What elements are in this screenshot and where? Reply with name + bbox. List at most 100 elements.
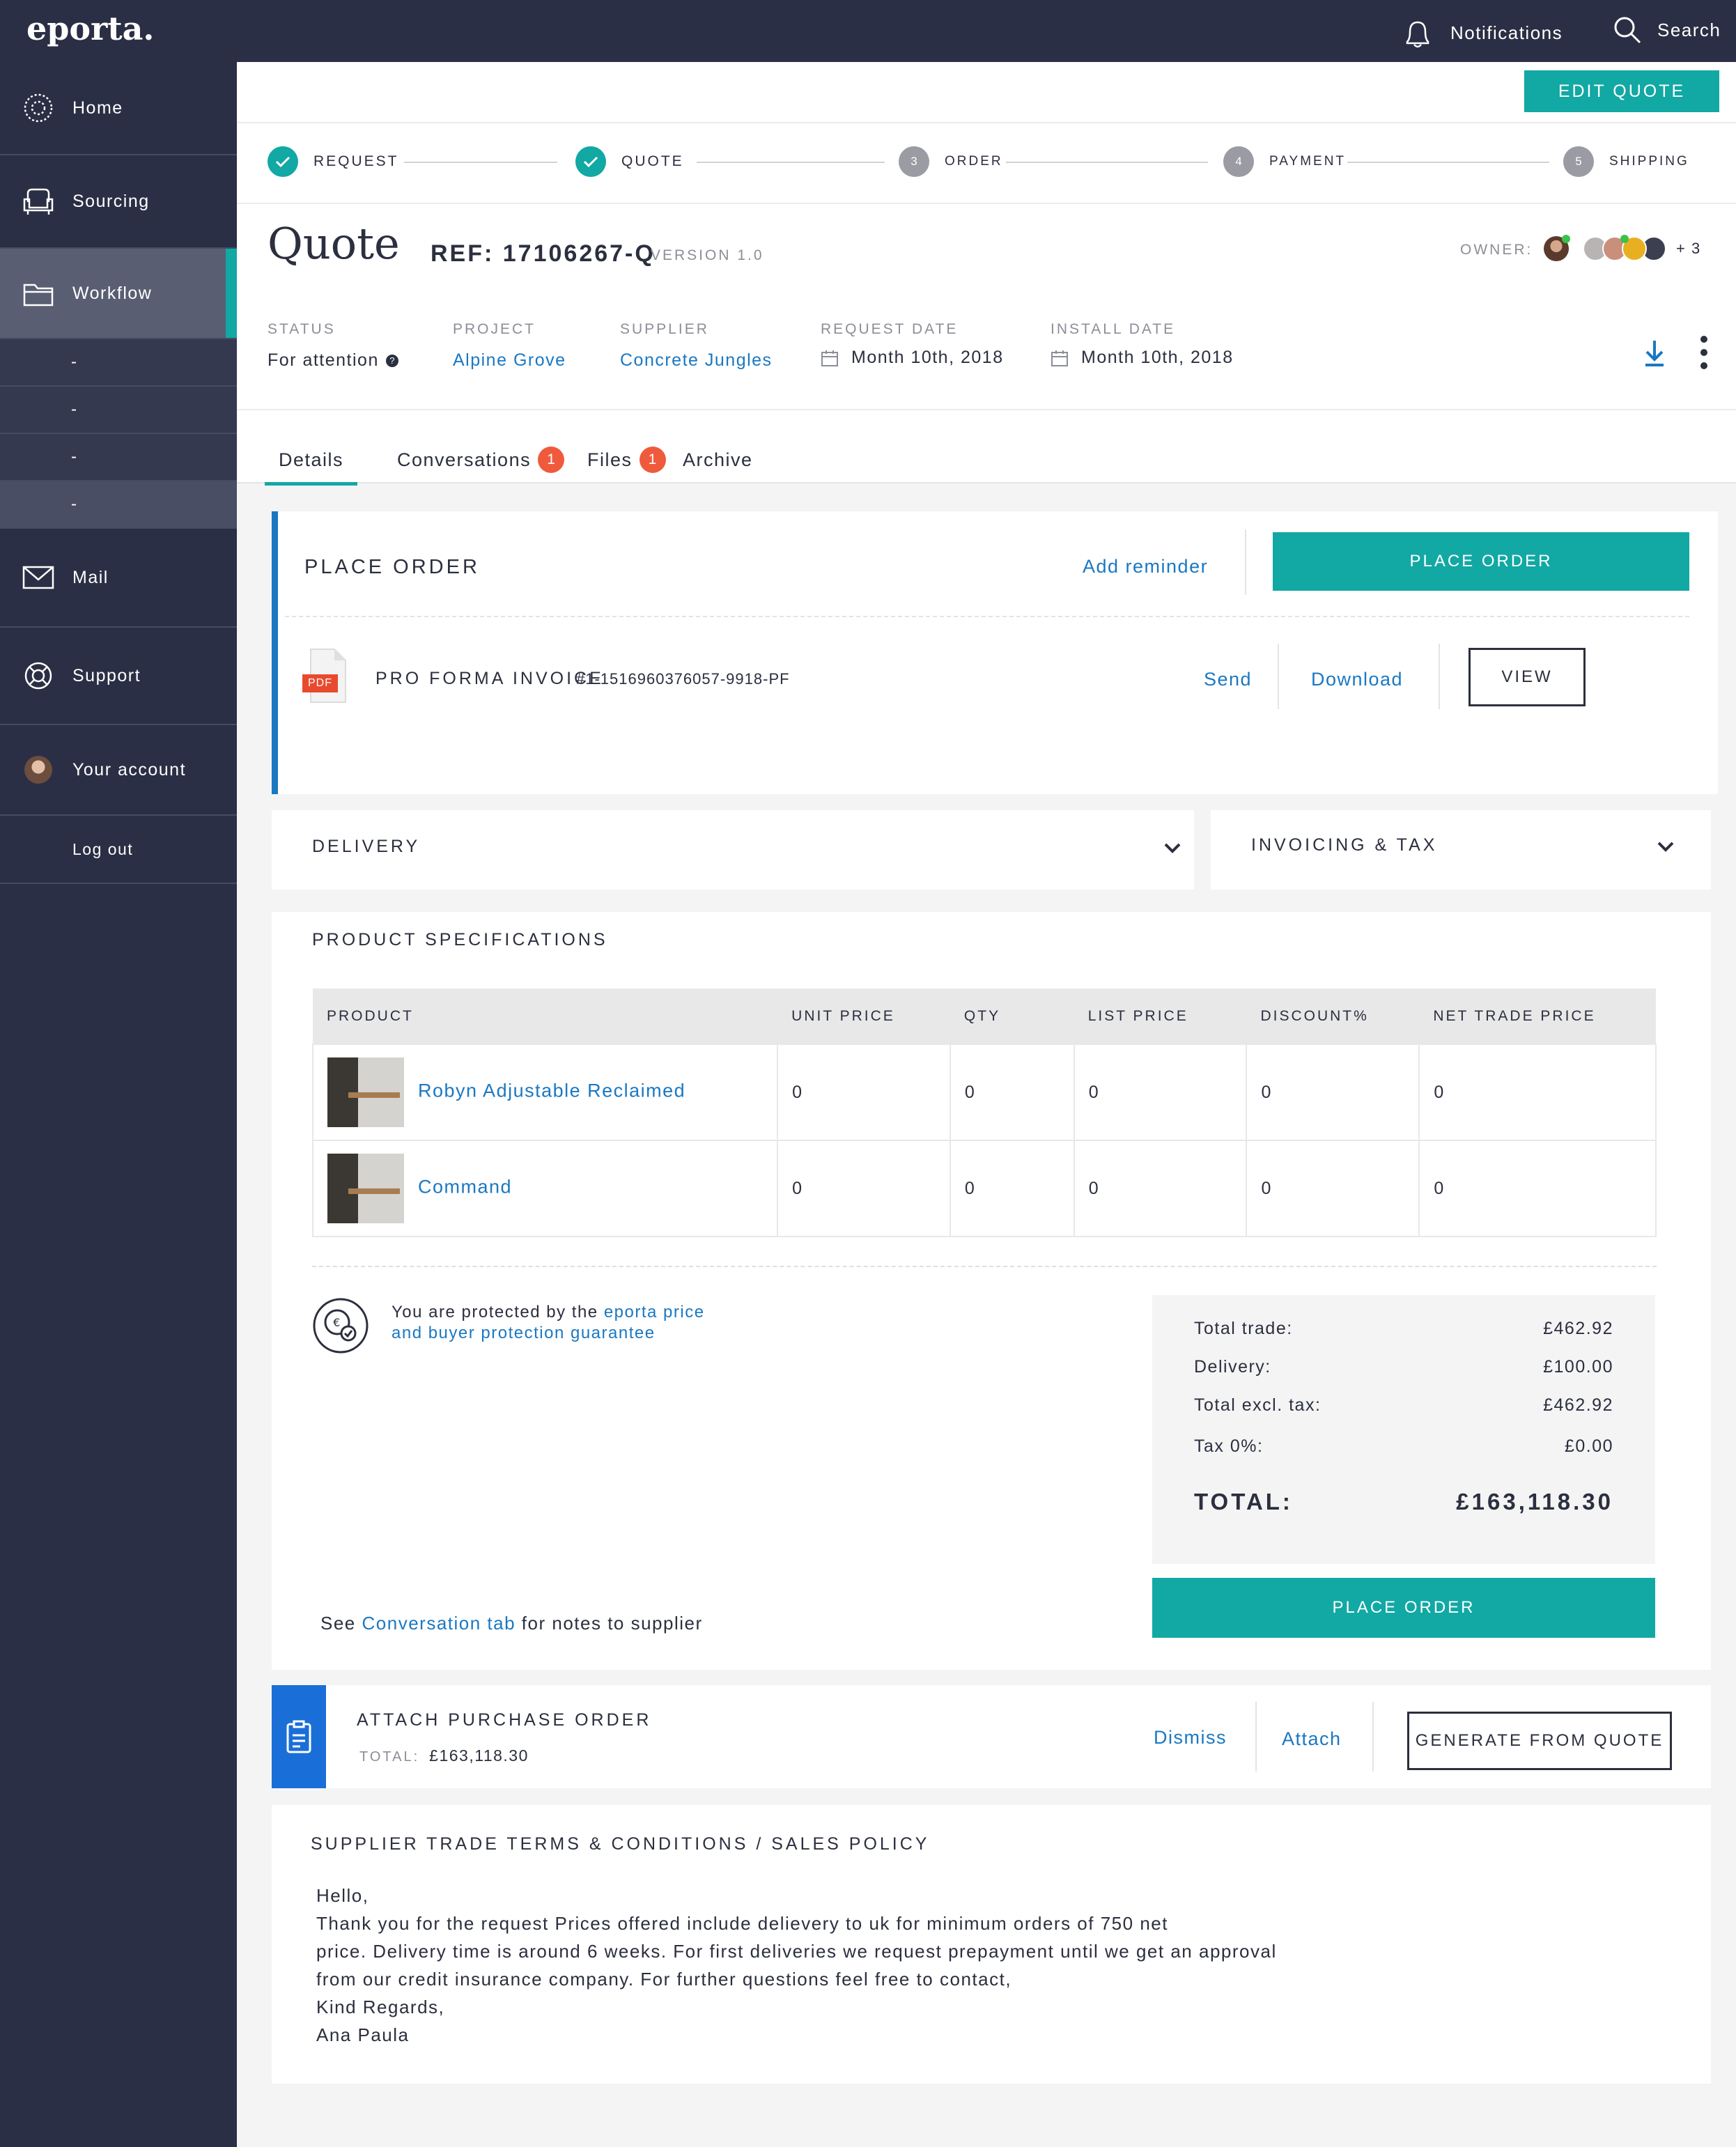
conversation-tab-link[interactable]: Conversation tab <box>362 1613 516 1634</box>
product-cell[interactable]: Robyn Adjustable Reclaimed <box>311 1044 779 1141</box>
generate-from-quote-button[interactable]: GENERATE FROM QUOTE <box>1407 1712 1672 1770</box>
step-number: 3 <box>899 146 929 177</box>
qty-cell: 0 <box>949 1044 1075 1141</box>
product-link[interactable]: Command <box>418 1177 512 1197</box>
tab-files[interactable]: Files 1 <box>587 447 666 473</box>
column-header: QTY <box>950 989 1074 1044</box>
tab-conversations[interactable]: Conversations 1 <box>397 447 565 473</box>
project-link[interactable]: Alpine Grove <box>453 350 566 371</box>
sidebar-item-workflow[interactable]: Workflow <box>0 249 237 339</box>
step-payment[interactable]: 4 PAYMENT <box>1223 146 1346 177</box>
delivery-row: Delivery: £100.00 <box>1194 1357 1613 1377</box>
download-link[interactable]: Download <box>1311 669 1403 690</box>
sidebar-item-sourcing[interactable]: Sourcing <box>0 155 237 249</box>
total-trade-label: Total trade: <box>1194 1319 1293 1338</box>
owner-avatars[interactable]: + 3 <box>1544 235 1701 261</box>
avatar-icon <box>21 756 56 784</box>
protection-note: You are protected by the eporta price an… <box>392 1302 705 1344</box>
quote-version: VERSION 1.0 <box>651 247 764 263</box>
divider <box>1372 1702 1374 1772</box>
supplier-label: SUPPLIER <box>620 321 709 337</box>
sidebar-item-mail[interactable]: Mail <box>0 529 237 628</box>
step-request[interactable]: REQUEST <box>268 146 399 177</box>
terms-line: from our credit insurance company. For f… <box>316 1969 1012 1990</box>
install-date-value: Month 10th, 2018 <box>1081 348 1234 367</box>
install-date: Month 10th, 2018 <box>1051 348 1234 368</box>
step-shipping[interactable]: 5 SHIPPING <box>1563 146 1689 177</box>
envelope-icon <box>21 566 56 589</box>
step-quote[interactable]: QUOTE <box>575 146 684 177</box>
step-label: SHIPPING <box>1609 154 1689 169</box>
owner-more[interactable]: + 3 <box>1676 240 1701 258</box>
product-thumbnail[interactable] <box>327 1057 404 1127</box>
sidebar-item-home[interactable]: Home <box>0 62 237 155</box>
delivery-value: £100.00 <box>1543 1357 1613 1377</box>
avatar[interactable] <box>1620 235 1647 261</box>
attach-link[interactable]: Attach <box>1282 1728 1342 1750</box>
tab-label: Files <box>587 449 633 470</box>
invoicing-accordion[interactable]: INVOICING & TAX <box>1211 810 1711 890</box>
send-link[interactable]: Send <box>1204 669 1252 690</box>
chevron-down-icon <box>1164 843 1181 853</box>
divider <box>1245 529 1246 595</box>
sidebar-item-label: Support <box>72 665 141 685</box>
grand-total-value: £163,118.30 <box>1456 1489 1613 1514</box>
eporta-logo[interactable]: eporta. <box>26 10 154 47</box>
owner-label: OWNER: <box>1460 242 1533 258</box>
step-connector <box>1006 162 1208 163</box>
product-specifications-card: PRODUCT SPECIFICATIONS PRODUCT UNIT PRIC… <box>272 912 1711 1670</box>
install-date-label: INSTALL DATE <box>1051 321 1176 337</box>
divider <box>1278 644 1279 709</box>
supplier-terms-card: SUPPLIER TRADE TERMS & CONDITIONS / SALE… <box>272 1805 1711 2084</box>
delivery-title: DELIVERY <box>312 837 421 856</box>
sidebar-subitem[interactable]: - <box>0 434 237 481</box>
terms-line: price. Delivery time is around 6 weeks. … <box>316 1941 1277 1962</box>
total-trade-row: Total trade: £462.92 <box>1194 1319 1613 1339</box>
sidebar-item-log-out[interactable]: Log out <box>0 816 237 884</box>
dismiss-link[interactable]: Dismiss <box>1154 1727 1227 1749</box>
total-excl-tax-label: Total excl. tax: <box>1194 1395 1322 1415</box>
place-order-button[interactable]: PLACE ORDER <box>1273 532 1689 591</box>
price-protection-icon: € <box>313 1298 369 1354</box>
step-order[interactable]: 3 ORDER <box>899 146 1003 177</box>
avatar[interactable] <box>1544 235 1570 261</box>
specs-table: PRODUCT UNIT PRICE QTY LIST PRICE DISCOU… <box>311 989 1657 1237</box>
product-link[interactable]: Robyn Adjustable Reclaimed <box>418 1080 685 1101</box>
sidebar-item-support[interactable]: Support <box>0 628 237 725</box>
sidebar-subitem[interactable]: - <box>0 481 237 529</box>
edit-quote-button[interactable]: EDIT QUOTE <box>1524 70 1719 112</box>
protection-link[interactable]: and buyer protection guarantee <box>392 1324 656 1342</box>
tab-details[interactable]: Details <box>265 449 358 486</box>
view-button[interactable]: VIEW <box>1468 648 1586 706</box>
lifebuoy-icon <box>21 661 56 690</box>
sidebar-item-your-account[interactable]: Your account <box>0 725 237 816</box>
search-button[interactable]: Search <box>1613 15 1721 45</box>
unit-price-cell: 0 <box>777 1140 951 1237</box>
terms-title: SUPPLIER TRADE TERMS & CONDITIONS / SALE… <box>311 1834 930 1854</box>
step-connector <box>1347 162 1549 163</box>
qty-cell: 0 <box>949 1140 1075 1237</box>
unit-price-cell: 0 <box>777 1044 951 1141</box>
purchase-order-total-label: TOTAL: <box>359 1749 420 1765</box>
folder-icon <box>21 279 56 307</box>
chevron-down-icon <box>1657 842 1674 852</box>
place-order-bottom-button[interactable]: PLACE ORDER <box>1152 1578 1655 1638</box>
specs-title: PRODUCT SPECIFICATIONS <box>312 930 608 950</box>
help-icon[interactable]: ? <box>385 354 398 367</box>
supplier-link[interactable]: Concrete Jungles <box>620 350 773 371</box>
sidebar-subitem[interactable]: - <box>0 387 237 434</box>
product-thumbnail[interactable] <box>327 1154 404 1223</box>
product-cell[interactable]: Command <box>311 1140 779 1237</box>
more-vertical-icon[interactable] <box>1700 335 1708 370</box>
notifications-button[interactable]: Notifications <box>1400 15 1563 50</box>
add-reminder-link[interactable]: Add reminder <box>1083 556 1208 578</box>
terms-line: Kind Regards, <box>316 1997 445 2017</box>
sidebar-subitem[interactable]: - <box>0 339 237 387</box>
table-row: Robyn Adjustable Reclaimed 0 0 0 0 0 <box>311 1044 1657 1141</box>
tab-archive[interactable]: Archive <box>683 449 753 471</box>
total-trade-value: £462.92 <box>1543 1319 1613 1338</box>
delivery-accordion[interactable]: DELIVERY <box>272 810 1194 890</box>
step-label: REQUEST <box>313 153 399 169</box>
protection-link[interactable]: eporta price <box>604 1303 705 1321</box>
download-icon[interactable] <box>1643 339 1666 367</box>
